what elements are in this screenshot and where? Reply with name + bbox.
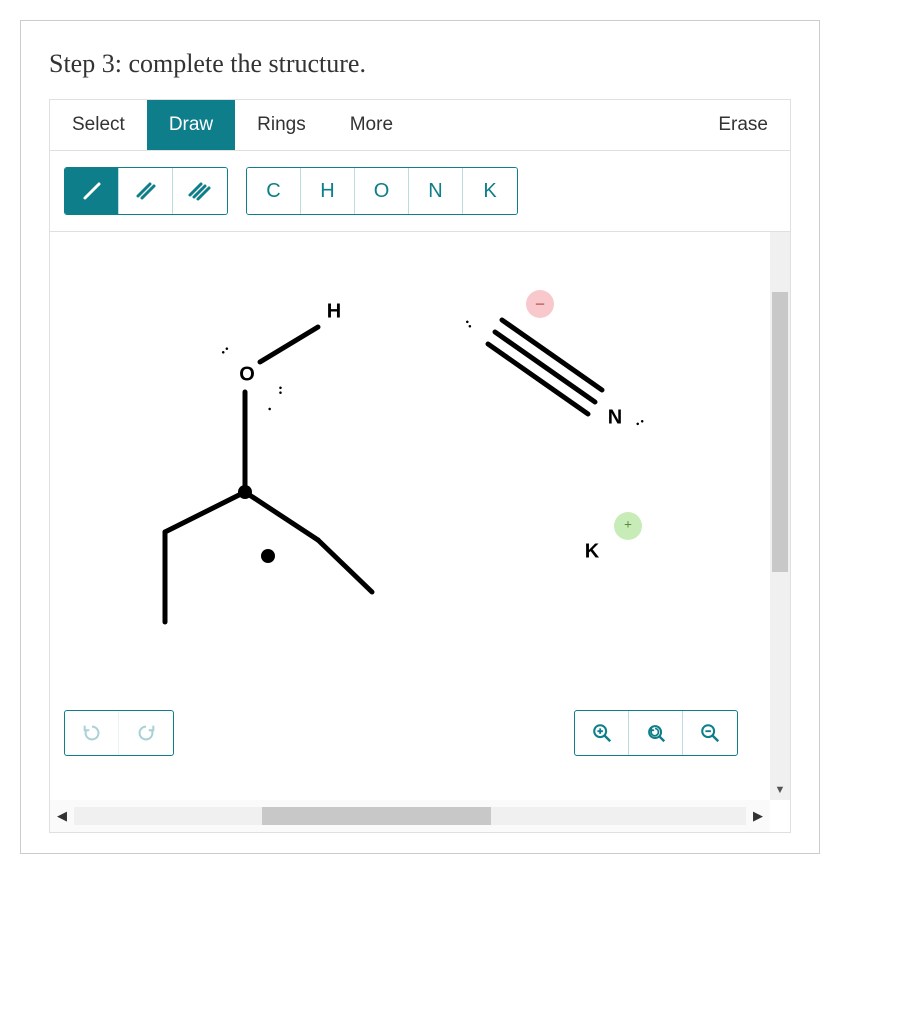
triple-bond-icon	[187, 179, 213, 203]
scroll-left-arrow[interactable]: ◀	[50, 808, 74, 824]
bond-double-button[interactable]	[119, 168, 173, 214]
lone-pair: :	[278, 381, 282, 399]
tab-erase[interactable]: Erase	[696, 100, 790, 150]
toolbar: C H O N K	[50, 151, 790, 232]
canvas-wrap: : : . : : H O N K − +	[50, 232, 790, 832]
tab-rings[interactable]: Rings	[235, 100, 328, 150]
step-instruction: Step 3: complete the structure.	[49, 49, 791, 79]
redo-button[interactable]	[119, 711, 173, 755]
tab-draw[interactable]: Draw	[147, 100, 235, 150]
bond-lines	[50, 232, 770, 792]
element-n-button[interactable]: N	[409, 168, 463, 214]
element-group: C H O N K	[246, 167, 518, 215]
horizontal-scrollbar[interactable]: ◀ ▶	[50, 800, 770, 832]
drawing-canvas[interactable]: : : . : : H O N K − +	[50, 232, 770, 800]
history-group	[64, 710, 174, 756]
atom-n[interactable]: N	[608, 407, 622, 430]
zoom-reset-button[interactable]	[629, 711, 683, 755]
atom-k[interactable]: K	[585, 541, 599, 564]
charge-plus[interactable]: +	[614, 512, 642, 540]
editor-panel: Step 3: complete the structure. Select D…	[20, 20, 820, 854]
scroll-down-arrow[interactable]: ▼	[770, 784, 790, 796]
element-k-button[interactable]: K	[463, 168, 517, 214]
tab-select[interactable]: Select	[50, 100, 147, 150]
zoom-in-icon	[591, 722, 613, 744]
scroll-right-arrow[interactable]: ▶	[746, 808, 770, 824]
mode-tabs: Select Draw Rings More Erase	[50, 100, 790, 151]
element-h-button[interactable]: H	[301, 168, 355, 214]
horizontal-scroll-thumb[interactable]	[262, 807, 490, 825]
bond-group	[64, 167, 228, 215]
zoom-group	[574, 710, 738, 756]
element-o-button[interactable]: O	[355, 168, 409, 214]
zoom-out-button[interactable]	[683, 711, 737, 755]
single-bond-icon	[80, 179, 104, 203]
bond-triple-button[interactable]	[173, 168, 227, 214]
tab-more[interactable]: More	[328, 100, 415, 150]
undo-button[interactable]	[65, 711, 119, 755]
undo-icon	[81, 722, 103, 744]
zoom-out-icon	[699, 722, 721, 744]
double-bond-icon	[134, 179, 158, 203]
element-c-button[interactable]: C	[247, 168, 301, 214]
charge-minus[interactable]: −	[526, 290, 554, 318]
vertical-scroll-thumb[interactable]	[772, 292, 788, 572]
structure-editor: Select Draw Rings More Erase	[49, 99, 791, 833]
atom-h[interactable]: H	[327, 301, 341, 324]
zoom-in-button[interactable]	[575, 711, 629, 755]
vertical-scrollbar[interactable]: ▼	[770, 232, 790, 800]
horizontal-scroll-track[interactable]	[74, 807, 746, 825]
atom-o[interactable]: O	[239, 364, 255, 387]
zoom-reset-icon	[645, 722, 667, 744]
bond-single-button[interactable]	[65, 168, 119, 214]
redo-icon	[135, 722, 157, 744]
